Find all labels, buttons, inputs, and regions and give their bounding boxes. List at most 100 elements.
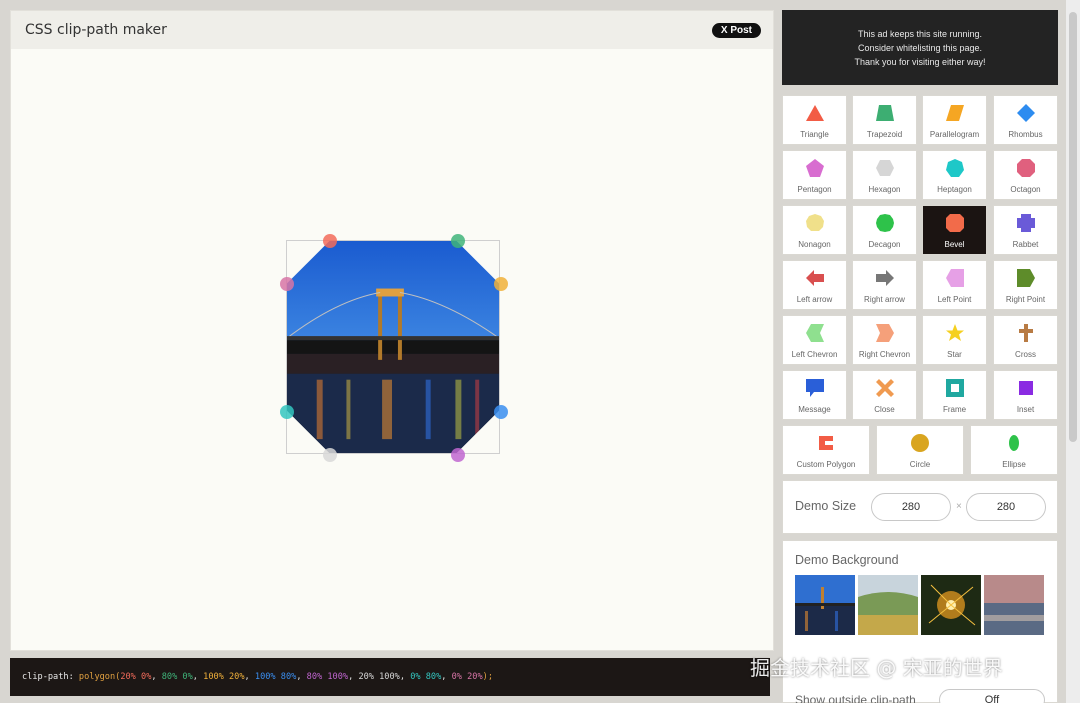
message-icon [805,378,825,398]
width-input[interactable] [871,493,951,521]
shape-button-cross[interactable]: Cross [993,315,1058,365]
hexagon-icon [875,158,895,178]
shape-button-inset[interactable]: Inset [993,370,1058,420]
polygon-handle[interactable] [280,276,294,291]
shape-button-right-arrow[interactable]: Right arrow [852,260,917,310]
inset-icon [1016,378,1036,398]
shape-button-parallelogram[interactable]: Parallelogram [922,95,987,145]
shape-button-triangle[interactable]: Triangle [782,95,847,145]
demo-header: CSS clip-path maker X Post [11,11,773,49]
nonagon-icon [805,213,825,233]
pentagon-icon [805,158,825,178]
polygon-handle[interactable] [322,234,337,248]
shape-button-decagon[interactable]: Decagon [852,205,917,255]
shape-button-left-arrow[interactable]: Left arrow [782,260,847,310]
right-chevron-icon [875,323,895,343]
code-close: ); [482,672,494,682]
shape-label: Inset [1016,405,1035,414]
code-property: clip-path: [22,672,79,682]
shape-button-hexagon[interactable]: Hexagon [852,150,917,200]
shape-button-star[interactable]: Star [922,315,987,365]
code-separator: , [441,672,452,682]
background-thumb-sparkler[interactable] [921,575,981,635]
watermark: 掘金技术社区 @ 宋亚的世界 [750,656,1003,680]
shape-button-octagon[interactable]: Octagon [993,150,1058,200]
polygon-handle[interactable] [451,448,466,462]
parallelogram-icon [945,103,965,123]
code-point: 0% 80% [410,672,442,682]
code-point: 0% 20% [451,672,483,682]
scroll-thumb[interactable] [1069,12,1077,442]
heptagon-icon [945,158,965,178]
ad-line: This ad keeps this site running. [857,28,983,39]
shape-button-pentagon[interactable]: Pentagon [782,150,847,200]
polygon-handle[interactable] [322,448,337,462]
shape-label: Triangle [800,130,829,139]
code-separator: , [151,672,162,682]
shape-button-bevel[interactable]: Bevel [922,205,987,255]
right-arrow-icon [875,268,895,288]
show-outside-toggle[interactable]: Off [939,689,1045,703]
frame-icon [945,378,965,398]
clip-preview [280,234,508,462]
shape-button-rhombus[interactable]: Rhombus [993,95,1058,145]
code-point: 80% 0% [161,672,193,682]
code-point: 100% 80% [254,672,297,682]
shape-button-ellipse[interactable]: Ellipse [970,425,1058,475]
shape-button-close[interactable]: Close [852,370,917,420]
polygon-handle[interactable] [494,405,508,420]
x-post-button[interactable]: X Post [711,22,761,38]
shape-label: Frame [942,405,967,414]
shape-button-message[interactable]: Message [782,370,847,420]
right-point-icon [1016,268,1036,288]
shape-label: Trapezoid [866,130,903,139]
shape-label: Heptagon [937,185,972,194]
polygon-handle[interactable] [451,234,466,248]
shape-button-circle[interactable]: Circle [876,425,964,475]
size-separator: × [956,501,962,512]
shape-button-left-chevron[interactable]: Left Chevron [782,315,847,365]
code-point: 100% 20% [203,672,245,682]
shape-label: Left arrow [796,295,833,304]
shape-label: Circle [909,460,931,469]
ad-banner: This ad keeps this site running. Conside… [782,10,1058,85]
ad-line: Consider whitelisting this page. [857,42,983,53]
shape-button-nonagon[interactable]: Nonagon [782,205,847,255]
code-separator: , [244,672,255,682]
shape-button-rabbet[interactable]: Rabbet [993,205,1058,255]
shape-label: Rabbet [1012,240,1039,249]
demo-size-panel: Demo Size × [782,480,1058,534]
show-outside-label: Show outside clip-path [795,693,916,703]
height-input[interactable] [966,493,1046,521]
shape-label: Rhombus [1008,130,1043,139]
left-point-icon [945,268,965,288]
bevel-icon [945,213,965,233]
shape-button-heptagon[interactable]: Heptagon [922,150,987,200]
background-thumb-beach[interactable] [984,575,1044,635]
polygon-handle[interactable] [280,405,294,420]
trapezoid-icon [875,103,895,123]
clipped-image [287,241,499,453]
css-code-output[interactable]: clip-path: polygon( 20% 0%, 80% 0%, 100%… [10,658,770,696]
shape-label: Cross [1015,350,1036,359]
background-thumb-bridge[interactable] [795,575,855,635]
shape-label: Bevel [944,240,965,249]
code-separator: , [399,672,411,682]
shape-button-frame[interactable]: Frame [922,370,987,420]
shape-button-left-point[interactable]: Left Point [922,260,987,310]
shape-button-custom-polygon[interactable]: Custom Polygon [782,425,870,475]
shape-label: Left Point [937,295,972,304]
code-separator: , [192,672,204,682]
decagon-icon [875,213,895,233]
demo-area [11,49,773,650]
scrollbar[interactable] [1066,0,1080,703]
background-thumb-landscape[interactable] [858,575,918,635]
shape-button-right-chevron[interactable]: Right Chevron [852,315,917,365]
shape-button-trapezoid[interactable]: Trapezoid [852,95,917,145]
page-title: CSS clip-path maker [25,22,167,38]
polygon-handle[interactable] [494,276,508,291]
shape-button-right-point[interactable]: Right Point [993,260,1058,310]
star-icon [945,323,965,343]
shape-label: Left Chevron [791,350,838,359]
ellipse-icon [1004,433,1024,453]
